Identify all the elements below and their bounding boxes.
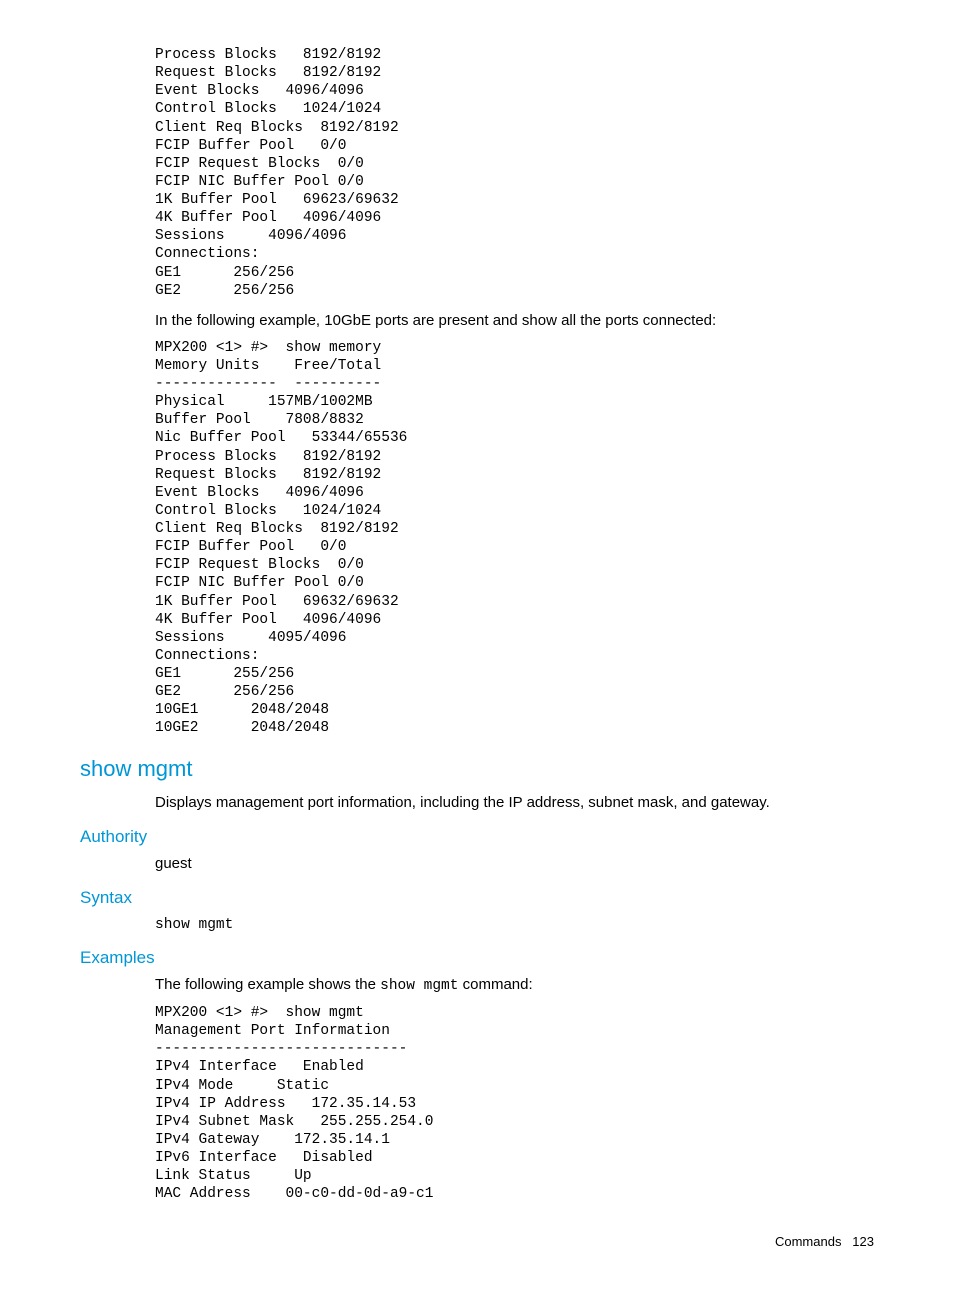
paragraph-10gbe-intro: In the following example, 10GbE ports ar… xyxy=(155,310,874,331)
code-syntax: show mgmt xyxy=(155,916,874,934)
examples-code-inline: show mgmt xyxy=(380,978,458,994)
heading-examples: Examples xyxy=(80,946,874,970)
heading-authority: Authority xyxy=(80,825,874,849)
paragraph-examples-intro: The following example shows the show mgm… xyxy=(155,974,874,996)
examples-text-post: command: xyxy=(458,976,532,993)
paragraph-description: Displays management port information, in… xyxy=(155,792,874,813)
examples-text-pre: The following example shows the xyxy=(155,976,380,993)
code-block-memory-partial: Process Blocks 8192/8192 Request Blocks … xyxy=(155,46,874,300)
heading-syntax: Syntax xyxy=(80,886,874,910)
footer-section-label: Commands xyxy=(775,1234,841,1249)
code-block-show-memory: MPX200 <1> #> show memory Memory Units F… xyxy=(155,339,874,738)
heading-show-mgmt: show mgmt xyxy=(80,754,874,785)
paragraph-authority-value: guest xyxy=(155,853,874,874)
page-footer: Commands 123 xyxy=(80,1233,874,1251)
footer-page-number: 123 xyxy=(852,1234,874,1249)
code-block-show-mgmt: MPX200 <1> #> show mgmt Management Port … xyxy=(155,1004,874,1203)
